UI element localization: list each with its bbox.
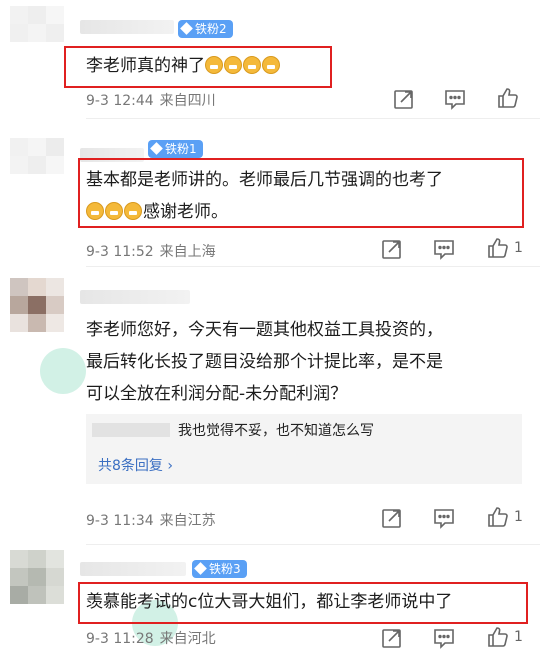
share-icon[interactable] xyxy=(380,506,404,530)
fan-badge: 铁粉3 xyxy=(192,560,247,578)
fan-badge: 铁粉2 xyxy=(178,20,233,38)
diamond-icon xyxy=(180,22,193,35)
comment-meta: 9-3 11:28 来自河北 xyxy=(86,631,216,647)
avatar[interactable] xyxy=(10,550,64,604)
diamond-icon xyxy=(194,562,207,575)
comment-icon[interactable] xyxy=(432,237,456,261)
like-count: 1 xyxy=(514,629,523,645)
comment-item: 铁粉2 李老师真的神了 9-3 12:44 来自四川 xyxy=(0,0,540,118)
reply-username xyxy=(92,423,170,437)
share-icon[interactable] xyxy=(392,87,416,111)
divider xyxy=(86,266,540,267)
like-icon[interactable] xyxy=(486,505,510,529)
fan-badge: 铁粉1 xyxy=(148,140,203,158)
avatar[interactable] xyxy=(10,6,64,60)
like-icon[interactable] xyxy=(486,625,510,649)
comment-icon[interactable] xyxy=(432,626,456,650)
view-replies-link[interactable]: 共8条回复 › xyxy=(98,455,173,475)
comment-icon[interactable] xyxy=(443,87,467,111)
username[interactable] xyxy=(80,562,186,576)
divider xyxy=(86,118,540,119)
comment-text: 李老师您好，今天有一题其他权益工具投资的， 最后转化长投了题目没给那个计提比率，… xyxy=(86,320,443,404)
share-icon[interactable] xyxy=(380,626,404,650)
highlight-box xyxy=(78,582,528,624)
comment-meta: 9-3 12:44 来自四川 xyxy=(86,93,216,109)
comment-item: 铁粉3 羡慕能考试的c位大哥大姐们，都让李老师说中了 9-3 11:28 来自河北… xyxy=(0,546,540,662)
diamond-icon xyxy=(150,142,163,155)
comment-meta: 9-3 11:34 来自江苏 xyxy=(86,513,216,529)
comment-item: 李老师您好，今天有一题其他权益工具投资的， 最后转化长投了题目没给那个计提比率，… xyxy=(0,268,540,544)
username[interactable] xyxy=(80,290,190,304)
highlight-box xyxy=(64,46,332,88)
like-count: 1 xyxy=(514,240,523,256)
like-icon[interactable] xyxy=(496,86,520,110)
comment-meta: 9-3 11:52 来自上海 xyxy=(86,244,216,260)
highlight-box xyxy=(78,158,524,228)
reply-text: 我也觉得不妥，也不知道怎么写 xyxy=(178,423,374,439)
like-count: 1 xyxy=(514,509,523,525)
username[interactable] xyxy=(80,20,174,34)
like-icon[interactable] xyxy=(486,236,510,260)
reply-preview[interactable]: 我也觉得不妥，也不知道怎么写 共8条回复 › xyxy=(86,414,522,484)
avatar[interactable] xyxy=(10,138,64,192)
comment-item: 铁粉1 基本都是老师讲的。老师最后几节强调的也考了 感谢老师。 9-3 11:5… xyxy=(0,120,540,266)
divider xyxy=(86,544,540,545)
comment-icon[interactable] xyxy=(432,506,456,530)
avatar[interactable] xyxy=(10,278,64,332)
share-icon[interactable] xyxy=(380,237,404,261)
